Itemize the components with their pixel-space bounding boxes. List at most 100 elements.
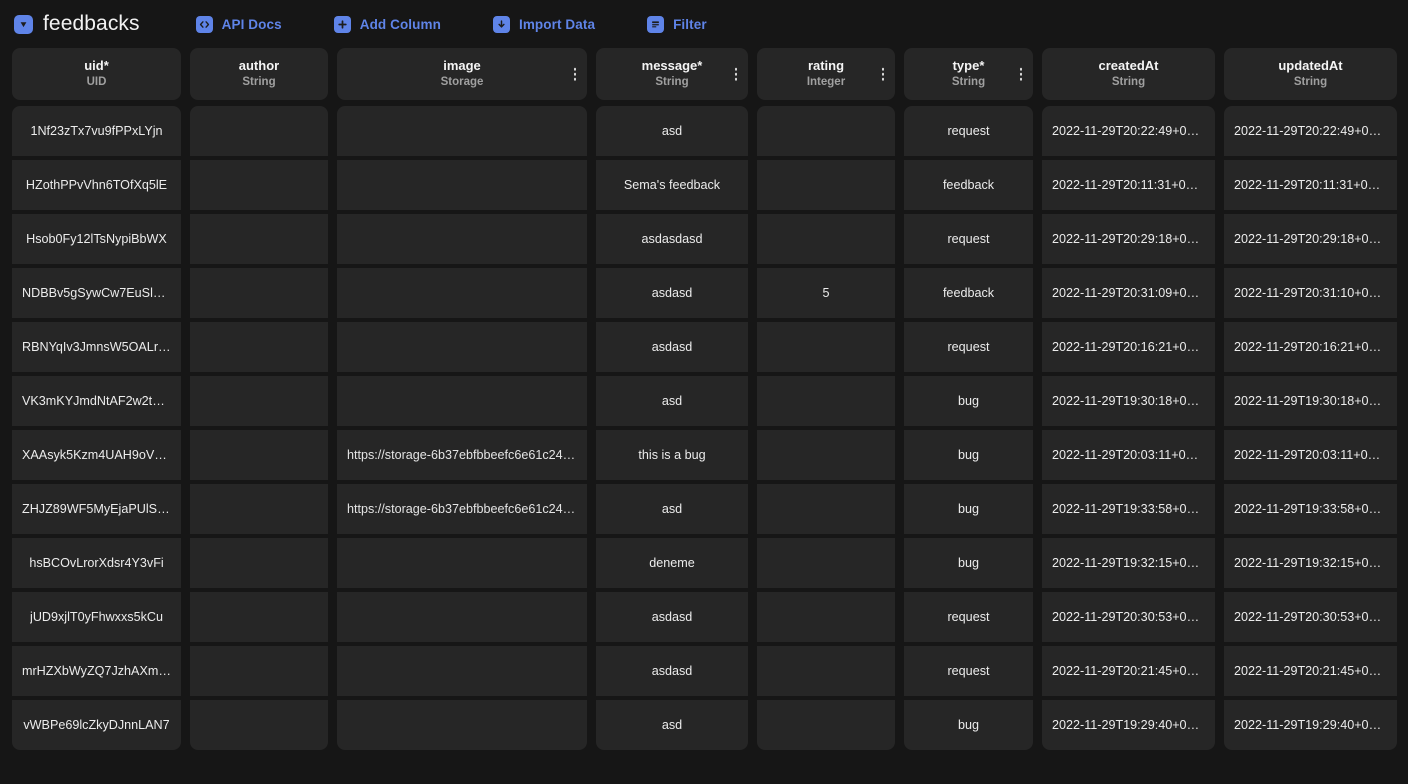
table-cell-message[interactable]: asdasd xyxy=(596,268,748,318)
table-cell-rating[interactable]: 5 xyxy=(757,268,895,318)
table-cell-createdAt[interactable]: 2022-11-29T20:11:31+03:00 xyxy=(1042,160,1215,210)
table-cell-createdAt[interactable]: 2022-11-29T19:30:18+03:00 xyxy=(1042,376,1215,426)
table-cell-createdAt[interactable]: 2022-11-29T20:03:11+03:00 xyxy=(1042,430,1215,480)
column-header-createdAt[interactable]: createdAt String xyxy=(1042,48,1215,100)
table-cell-updatedAt[interactable]: 2022-11-29T19:33:58+03:00 xyxy=(1224,484,1397,534)
table-cell-updatedAt[interactable]: 2022-11-29T20:29:18+03:00 xyxy=(1224,214,1397,264)
add-column-button[interactable]: Add Column xyxy=(328,12,447,37)
table-cell-image[interactable] xyxy=(337,700,587,750)
table-cell-rating[interactable] xyxy=(757,700,895,750)
table-cell-author[interactable] xyxy=(190,322,328,372)
table-cell-rating[interactable] xyxy=(757,376,895,426)
table-cell-type[interactable]: feedback xyxy=(904,160,1033,210)
api-docs-button[interactable]: API Docs xyxy=(190,12,288,37)
table-cell-updatedAt[interactable]: 2022-11-29T20:11:31+03:00 xyxy=(1224,160,1397,210)
table-cell-author[interactable] xyxy=(190,376,328,426)
table-cell-author[interactable] xyxy=(190,700,328,750)
table-cell-createdAt[interactable]: 2022-11-29T20:22:49+03:00 xyxy=(1042,106,1215,156)
table-cell-createdAt[interactable]: 2022-11-29T20:31:09+03:00 xyxy=(1042,268,1215,318)
table-cell-rating[interactable] xyxy=(757,430,895,480)
table-cell-author[interactable] xyxy=(190,106,328,156)
column-header-rating[interactable]: rating Integer xyxy=(757,48,895,100)
column-header-image[interactable]: image Storage xyxy=(337,48,587,100)
table-cell-type[interactable]: request xyxy=(904,214,1033,264)
table-cell-updatedAt[interactable]: 2022-11-29T20:22:49+03:00 xyxy=(1224,106,1397,156)
table-cell-author[interactable] xyxy=(190,646,328,696)
table-cell-createdAt[interactable]: 2022-11-29T19:29:40+03:00 xyxy=(1042,700,1215,750)
table-cell-image[interactable]: https://storage-6b37ebfbbeefc6e61c245… xyxy=(337,430,587,480)
column-header-uid[interactable]: uid* UID xyxy=(12,48,181,100)
table-cell-uid[interactable]: HZothPPvVhn6TOfXq5lE xyxy=(12,160,181,210)
table-cell-author[interactable] xyxy=(190,160,328,210)
table-cell-message[interactable]: asdasd xyxy=(596,646,748,696)
table-cell-author[interactable] xyxy=(190,430,328,480)
import-data-button[interactable]: Import Data xyxy=(487,12,601,37)
table-cell-author[interactable] xyxy=(190,538,328,588)
table-cell-rating[interactable] xyxy=(757,106,895,156)
table-cell-type[interactable]: request xyxy=(904,106,1033,156)
filter-button[interactable]: Filter xyxy=(641,12,713,37)
table-cell-uid[interactable]: XAAsyk5Kzm4UAH9oVZGw xyxy=(12,430,181,480)
column-menu-icon[interactable] xyxy=(733,66,740,83)
column-menu-icon[interactable] xyxy=(1018,66,1025,83)
table-cell-author[interactable] xyxy=(190,592,328,642)
table-cell-image[interactable] xyxy=(337,268,587,318)
table-cell-author[interactable] xyxy=(190,268,328,318)
table-cell-message[interactable]: asdasdasd xyxy=(596,214,748,264)
table-cell-rating[interactable] xyxy=(757,646,895,696)
table-cell-rating[interactable] xyxy=(757,160,895,210)
table-cell-rating[interactable] xyxy=(757,484,895,534)
table-cell-uid[interactable]: jUD9xjlT0yFhwxxs5kCu xyxy=(12,592,181,642)
table-cell-type[interactable]: bug xyxy=(904,700,1033,750)
table-cell-image[interactable] xyxy=(337,322,587,372)
table-cell-image[interactable] xyxy=(337,376,587,426)
table-cell-rating[interactable] xyxy=(757,214,895,264)
column-menu-icon[interactable] xyxy=(572,66,579,83)
table-cell-uid[interactable]: NDBBv5gSywCw7EuSlmc8 xyxy=(12,268,181,318)
table-cell-rating[interactable] xyxy=(757,538,895,588)
table-cell-message[interactable]: asd xyxy=(596,376,748,426)
table-cell-author[interactable] xyxy=(190,484,328,534)
table-cell-updatedAt[interactable]: 2022-11-29T20:31:10+03:00 xyxy=(1224,268,1397,318)
table-cell-message[interactable]: asd xyxy=(596,700,748,750)
table-cell-updatedAt[interactable]: 2022-11-29T19:32:15+03:00 xyxy=(1224,538,1397,588)
table-cell-message[interactable]: asd xyxy=(596,106,748,156)
table-cell-uid[interactable]: mrHZXbWyZQ7JzhAXmU41 xyxy=(12,646,181,696)
table-cell-updatedAt[interactable]: 2022-11-29T20:21:45+03:00 xyxy=(1224,646,1397,696)
table-cell-type[interactable]: bug xyxy=(904,376,1033,426)
table-cell-uid[interactable]: ZHJZ89WF5MyEjaPUlSgO xyxy=(12,484,181,534)
table-cell-updatedAt[interactable]: 2022-11-29T20:03:11+03:00 xyxy=(1224,430,1397,480)
table-cell-message[interactable]: deneme xyxy=(596,538,748,588)
table-cell-createdAt[interactable]: 2022-11-29T19:32:15+03:00 xyxy=(1042,538,1215,588)
table-cell-type[interactable]: bug xyxy=(904,430,1033,480)
table-cell-uid[interactable]: vWBPe69lcZkyDJnnLAN7 xyxy=(12,700,181,750)
table-cell-image[interactable]: https://storage-6b37ebfbbeefc6e61c245… xyxy=(337,484,587,534)
table-cell-uid[interactable]: Hsob0Fy12lTsNypiBbWX xyxy=(12,214,181,264)
table-cell-uid[interactable]: RBNYqIv3JmnsW5OALrQo xyxy=(12,322,181,372)
table-cell-createdAt[interactable]: 2022-11-29T19:33:58+03:00 xyxy=(1042,484,1215,534)
table-cell-uid[interactable]: hsBCOvLrorXdsr4Y3vFi xyxy=(12,538,181,588)
table-cell-type[interactable]: request xyxy=(904,646,1033,696)
table-cell-rating[interactable] xyxy=(757,592,895,642)
column-menu-icon[interactable] xyxy=(880,66,887,83)
column-header-message[interactable]: message* String xyxy=(596,48,748,100)
table-cell-type[interactable]: request xyxy=(904,592,1033,642)
table-cell-type[interactable]: feedback xyxy=(904,268,1033,318)
column-header-type[interactable]: type* String xyxy=(904,48,1033,100)
table-cell-image[interactable] xyxy=(337,538,587,588)
table-cell-message[interactable]: asdasd xyxy=(596,592,748,642)
table-cell-updatedAt[interactable]: 2022-11-29T19:30:18+03:00 xyxy=(1224,376,1397,426)
column-header-author[interactable]: author String xyxy=(190,48,328,100)
table-cell-message[interactable]: this is a bug xyxy=(596,430,748,480)
table-cell-uid[interactable]: 1Nf23zTx7vu9fPPxLYjn xyxy=(12,106,181,156)
table-cell-updatedAt[interactable]: 2022-11-29T20:30:53+03:00 xyxy=(1224,592,1397,642)
table-cell-updatedAt[interactable]: 2022-11-29T19:29:40+03:00 xyxy=(1224,700,1397,750)
table-cell-image[interactable] xyxy=(337,646,587,696)
table-cell-uid[interactable]: VK3mKYJmdNtAF2w2tDhG xyxy=(12,376,181,426)
table-cell-message[interactable]: asd xyxy=(596,484,748,534)
table-cell-updatedAt[interactable]: 2022-11-29T20:16:21+03:00 xyxy=(1224,322,1397,372)
table-cell-createdAt[interactable]: 2022-11-29T20:21:45+03:00 xyxy=(1042,646,1215,696)
table-cell-image[interactable] xyxy=(337,214,587,264)
table-cell-createdAt[interactable]: 2022-11-29T20:30:53+03:00 xyxy=(1042,592,1215,642)
table-cell-image[interactable] xyxy=(337,160,587,210)
